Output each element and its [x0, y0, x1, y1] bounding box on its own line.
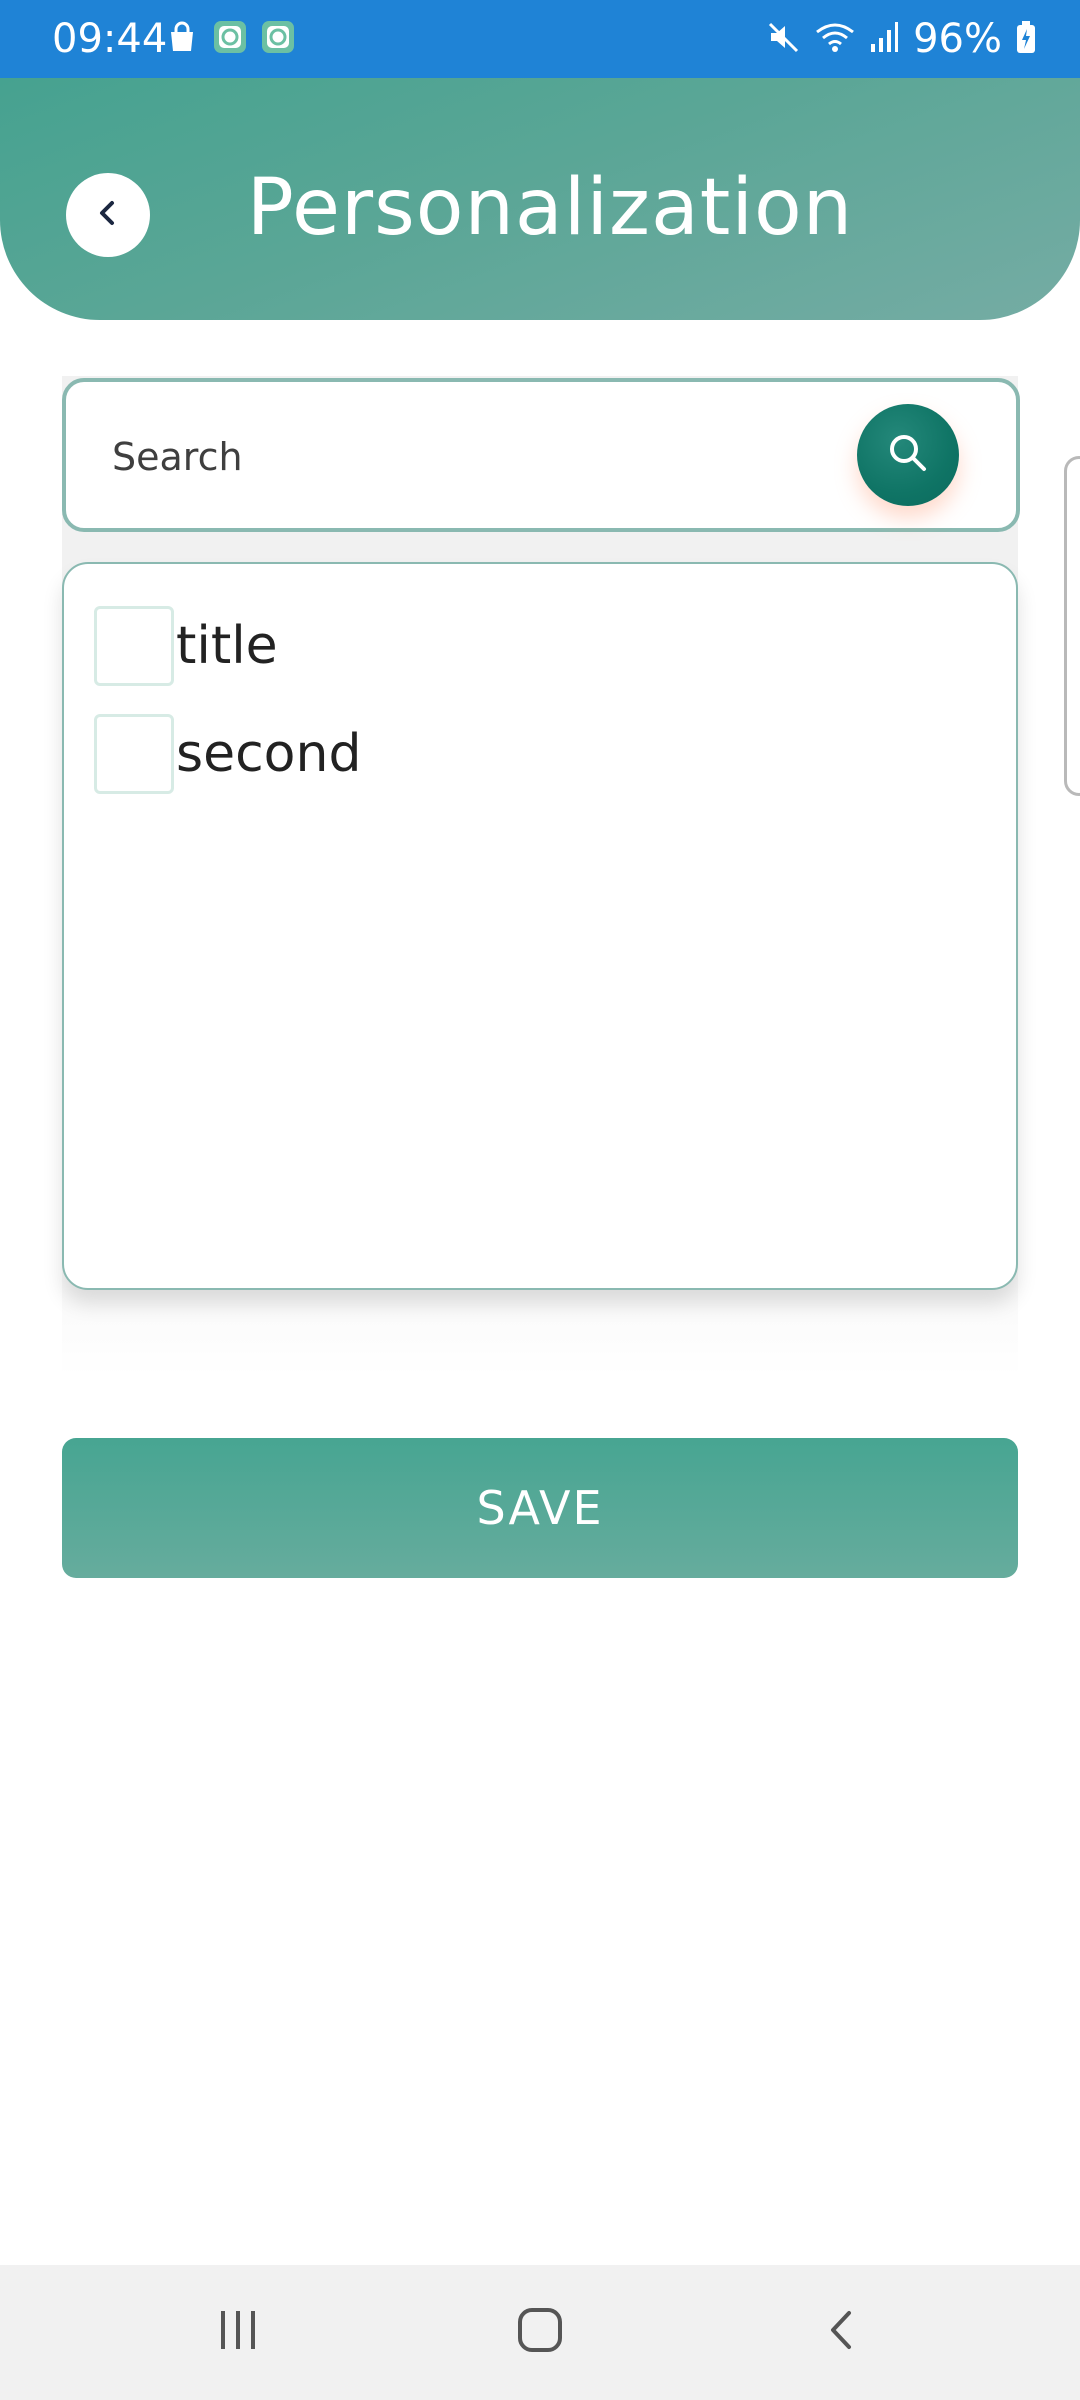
back-icon: [819, 2307, 865, 2358]
header: Personalization: [0, 78, 1080, 320]
home-button[interactable]: [440, 2265, 640, 2400]
signal-icon: [869, 20, 899, 59]
recent-apps-icon: [215, 2307, 261, 2358]
app-notification-icon: [261, 20, 295, 54]
status-bar: 09:44 96%: [0, 0, 1080, 78]
save-button[interactable]: SAVE: [62, 1438, 1018, 1578]
checkbox[interactable]: [94, 606, 174, 686]
recent-apps-button[interactable]: [138, 2265, 338, 2400]
list-item-label: title: [176, 616, 278, 676]
search-icon: [886, 431, 930, 480]
system-nav-bar: [0, 2265, 1080, 2400]
chevron-left-icon: [90, 195, 126, 236]
search-button[interactable]: [857, 404, 959, 506]
wifi-icon: [815, 20, 855, 59]
mute-icon: [767, 20, 801, 59]
offscreen-panel-edge: [1064, 456, 1080, 796]
list-item[interactable]: title: [94, 604, 278, 688]
status-notification-icons: [165, 20, 295, 54]
app-notification-icon: [213, 20, 247, 54]
back-button[interactable]: [66, 173, 150, 257]
status-indicators: 96%: [767, 16, 1036, 62]
options-list: title second: [62, 562, 1018, 1290]
nav-back-button[interactable]: [742, 2265, 942, 2400]
search-input[interactable]: [110, 426, 814, 488]
battery-charging-icon: [1016, 20, 1036, 59]
checkbox[interactable]: [94, 714, 174, 794]
search-box: [62, 378, 1020, 532]
home-icon: [515, 2305, 565, 2360]
shopping-bag-icon: [165, 20, 199, 54]
list-item[interactable]: second: [94, 712, 361, 796]
list-item-label: second: [176, 724, 362, 784]
personalization-panel: title second: [62, 376, 1020, 1376]
status-time: 09:44: [52, 16, 168, 62]
page-title: Personalization: [246, 163, 854, 253]
battery-level: 96%: [913, 16, 1002, 62]
